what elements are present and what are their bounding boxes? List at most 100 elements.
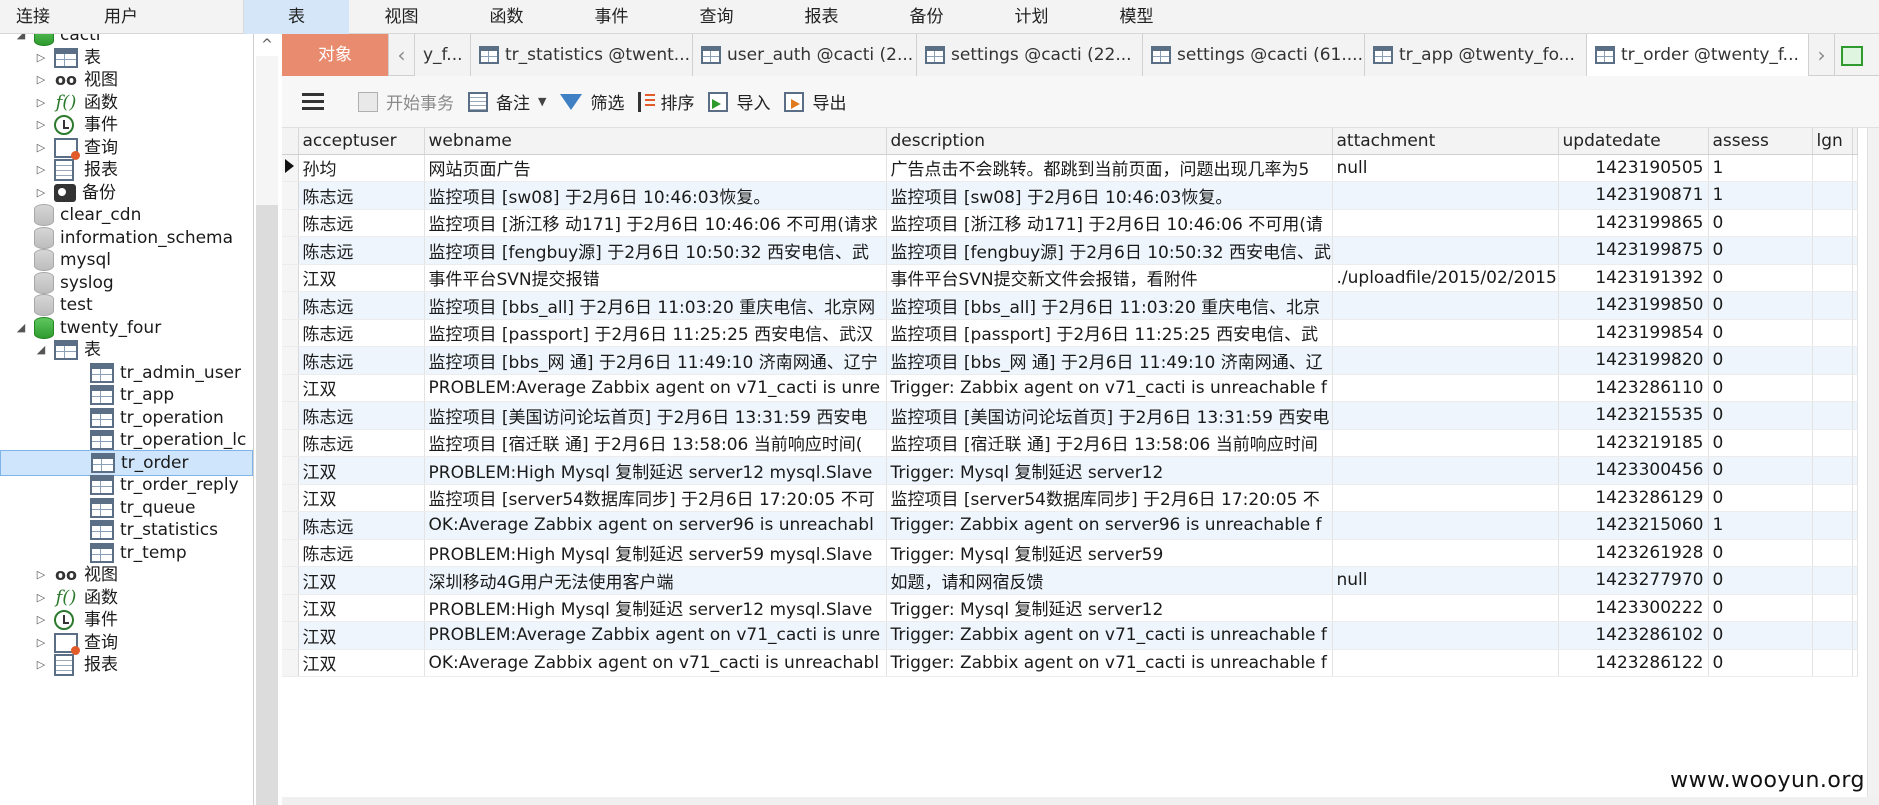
- table-cell-description[interactable]: 监控项目 [bbs_all] 于2月6日 11:03:20 重庆电信、北京: [886, 291, 1333, 320]
- table-cell-attachment[interactable]: [1332, 181, 1559, 210]
- table-cell-description[interactable]: 事件平台SVN提交新文件会报错，看附件: [886, 264, 1333, 292]
- expand-open-icon[interactable]: ◢: [14, 315, 28, 341]
- table-cell-assess[interactable]: 0: [1708, 401, 1813, 430]
- table-cell-lgn[interactable]: [1812, 649, 1853, 677]
- table-cell-lgn[interactable]: [1812, 456, 1853, 485]
- row-indicator[interactable]: [282, 429, 299, 457]
- row-indicator[interactable]: [282, 594, 299, 622]
- table-row[interactable]: 陈志远 监控项目 [bbs_all] 于2月6日 11:03:20 重庆电信、北京…: [282, 291, 1858, 320]
- table-cell-lgn[interactable]: [1812, 209, 1853, 237]
- table-cell-description[interactable]: 监控项目 [bbs_网 通] 于2月6日 11:49:10 济南网通、辽: [886, 346, 1333, 375]
- table-cell-lgn[interactable]: [1812, 264, 1853, 292]
- table-cell-attachment[interactable]: ./uploadfile/2015/02/2015: [1332, 264, 1559, 292]
- table-row[interactable]: 陈志远 监控项目 [fengbuy源] 于2月6日 10:50:32 西安电信、武…: [282, 236, 1858, 265]
- table-cell-webname[interactable]: 监控项目 [server54数据库同步] 于2月6日 17:20:05 不可: [424, 484, 887, 512]
- table-cell-acceptuser[interactable]: 陈志远: [298, 401, 425, 430]
- table-cell-lgn[interactable]: [1812, 346, 1853, 375]
- table-cell-attachment[interactable]: [1332, 649, 1559, 677]
- table-cell-lgn[interactable]: [1812, 181, 1853, 210]
- table-cell-attachment[interactable]: [1332, 511, 1559, 540]
- table-cell-acceptuser[interactable]: 陈志远: [298, 319, 425, 347]
- row-indicator[interactable]: [282, 511, 299, 540]
- row-indicator[interactable]: [282, 154, 299, 182]
- table-cell-description[interactable]: Trigger: Zabbix agent on v71_cacti is un…: [886, 649, 1333, 677]
- table-cell-updatedate[interactable]: 1423199820: [1558, 346, 1709, 375]
- row-indicator[interactable]: [282, 181, 299, 210]
- table-cell-description[interactable]: Trigger: Mysql 复制延迟 server59: [886, 539, 1333, 567]
- grid-vertical-scrollbar[interactable]: [1867, 128, 1879, 805]
- table-cell-acceptuser[interactable]: 江双: [298, 621, 425, 650]
- table-row[interactable]: 江双 深圳移动4G用户无法使用客户端 如题，请和网宿反馈 null 1423277970…: [282, 566, 1858, 595]
- table-cell-webname[interactable]: 监控项目 [passport] 于2月6日 11:25:25 西安电信、武汉: [424, 319, 887, 347]
- table-cell-updatedate[interactable]: 1423300222: [1558, 594, 1709, 622]
- new-query-tab-icon[interactable]: [1835, 34, 1863, 76]
- import-button[interactable]: 导入: [708, 85, 770, 119]
- table-cell-webname[interactable]: 监控项目 [美国访问论坛首页] 于2月6日 13:31:59 西安电: [424, 401, 887, 430]
- row-indicator[interactable]: [282, 649, 299, 677]
- table-cell-assess[interactable]: 0: [1708, 319, 1813, 347]
- tab-item[interactable]: tr_app @twenty_fo...: [1365, 34, 1587, 76]
- row-indicator[interactable]: [282, 374, 299, 402]
- tab-item[interactable]: tr_statistics @twent...: [471, 34, 693, 76]
- table-cell-lgn[interactable]: [1812, 291, 1853, 320]
- table-cell-attachment[interactable]: [1332, 594, 1559, 622]
- table-cell-assess[interactable]: 1: [1708, 181, 1813, 210]
- grid-horizontal-scrollbar[interactable]: [282, 797, 1879, 805]
- table-cell-description[interactable]: Trigger: Mysql 复制延迟 server12: [886, 594, 1333, 622]
- table-cell-lgn[interactable]: [1812, 511, 1853, 540]
- table-cell-assess[interactable]: 0: [1708, 374, 1813, 402]
- table-cell-description[interactable]: 如题，请和网宿反馈: [886, 566, 1333, 595]
- column-header-description[interactable]: description: [886, 128, 1333, 155]
- expand-open-icon[interactable]: ◢: [34, 337, 48, 363]
- table-cell-description[interactable]: 监控项目 [fengbuy源] 于2月6日 10:50:32 西安电信、武: [886, 236, 1333, 265]
- row-indicator[interactable]: [282, 566, 299, 595]
- table-row[interactable]: 江双 PROBLEM:High Mysql 复制延迟 server12 mysql…: [282, 456, 1858, 485]
- tab-scroll-left-icon[interactable]: ‹: [389, 34, 415, 76]
- table-row[interactable]: 江双 事件平台SVN提交报错 事件平台SVN提交新文件会报错，看附件 ./upload…: [282, 264, 1858, 292]
- menu-connect[interactable]: 连接: [0, 0, 66, 34]
- table-cell-assess[interactable]: 0: [1708, 649, 1813, 677]
- table-cell-attachment[interactable]: [1332, 429, 1559, 457]
- column-header-webname[interactable]: webname: [424, 128, 887, 155]
- table-cell-attachment[interactable]: [1332, 539, 1559, 567]
- tab-item[interactable]: y_f...: [415, 34, 471, 76]
- table-cell-acceptuser[interactable]: 陈志远: [298, 511, 425, 540]
- table-row[interactable]: 江双 OK:Average Zabbix agent on v71_cacti i…: [282, 649, 1858, 677]
- table-cell-description[interactable]: 监控项目 [sw08] 于2月6日 10:46:03恢复。: [886, 181, 1333, 210]
- table-cell-webname[interactable]: PROBLEM:Average Zabbix agent on v71_cact…: [424, 374, 887, 402]
- table-cell-acceptuser[interactable]: 江双: [298, 456, 425, 485]
- row-indicator[interactable]: [282, 621, 299, 650]
- tab-item[interactable]: tr_order @twenty_f...: [1587, 34, 1809, 76]
- table-cell-assess[interactable]: 0: [1708, 264, 1813, 292]
- table-cell-webname[interactable]: 监控项目 [宿迁联 通] 于2月6日 13:58:06 当前响应时间(: [424, 429, 887, 457]
- row-indicator[interactable]: [282, 401, 299, 430]
- table-row[interactable]: 江双 PROBLEM:Average Zabbix agent on v71_ca…: [282, 621, 1858, 650]
- table-cell-webname[interactable]: PROBLEM:High Mysql 复制延迟 server12 mysql.S…: [424, 594, 887, 622]
- table-cell-description[interactable]: 监控项目 [passport] 于2月6日 11:25:25 西安电信、武: [886, 319, 1333, 347]
- menu-item[interactable]: 表: [244, 0, 349, 34]
- table-cell-updatedate[interactable]: 1423286122: [1558, 649, 1709, 677]
- table-cell-acceptuser[interactable]: 陈志远: [298, 346, 425, 375]
- row-indicator[interactable]: [282, 264, 299, 292]
- table-cell-updatedate[interactable]: 1423286102: [1558, 621, 1709, 650]
- table-cell-attachment[interactable]: [1332, 209, 1559, 237]
- table-cell-acceptuser[interactable]: 陈志远: [298, 291, 425, 320]
- table-cell-lgn[interactable]: [1812, 401, 1853, 430]
- table-cell-description[interactable]: 监控项目 [美国访问论坛首页] 于2月6日 13:31:59 西安电: [886, 401, 1333, 430]
- table-cell-webname[interactable]: 监控项目 [sw08] 于2月6日 10:46:03恢复。: [424, 181, 887, 210]
- table-cell-assess[interactable]: 0: [1708, 291, 1813, 320]
- table-row[interactable]: 江双 监控项目 [server54数据库同步] 于2月6日 17:20:05 不可…: [282, 484, 1858, 512]
- tab-item[interactable]: settings @cacti (22...: [917, 34, 1143, 76]
- table-cell-description[interactable]: Trigger: Zabbix agent on v71_cacti is un…: [886, 621, 1333, 650]
- table-cell-attachment[interactable]: [1332, 456, 1559, 485]
- table-cell-lgn[interactable]: [1812, 236, 1853, 265]
- menu-user[interactable]: 用户: [66, 0, 176, 34]
- table-cell-webname[interactable]: 网站页面广告: [424, 154, 887, 182]
- table-row[interactable]: 江双 PROBLEM:High Mysql 复制延迟 server12 mysql…: [282, 594, 1858, 622]
- table-cell-webname[interactable]: 事件平台SVN提交报错: [424, 264, 887, 292]
- table-cell-description[interactable]: Trigger: Mysql 复制延迟 server12: [886, 456, 1333, 485]
- table-cell-webname[interactable]: 监控项目 [bbs_网 通] 于2月6日 11:49:10 济南网通、辽宁: [424, 346, 887, 375]
- table-cell-assess[interactable]: 0: [1708, 594, 1813, 622]
- table-cell-updatedate[interactable]: 1423199865: [1558, 209, 1709, 237]
- table-cell-lgn[interactable]: [1812, 319, 1853, 347]
